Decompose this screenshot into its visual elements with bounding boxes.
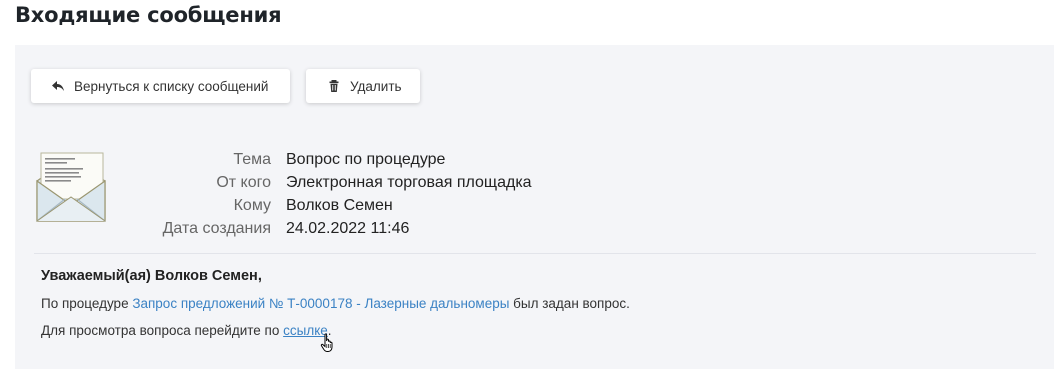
meta-label-from-row: От кого	[15, 174, 271, 194]
meta-value-date: 24.02.2022 11:46	[286, 220, 410, 237]
message-panel: Вернуться к списку сообщений Удалить Тем…	[15, 45, 1054, 369]
meta-label-to: Кому	[233, 197, 271, 214]
delete-button[interactable]: Удалить	[306, 69, 420, 103]
meta-label-to-row: Кому	[15, 197, 271, 217]
hand-pointer-icon	[320, 333, 336, 353]
reply-arrow-icon	[51, 79, 65, 93]
line2-prefix: Для просмотра вопроса перейдите по	[41, 323, 284, 338]
page-title: Входящие сообщения	[15, 3, 282, 27]
line1-prefix: По процедуре	[41, 296, 133, 311]
meta-label-subject-row: Тема	[15, 151, 271, 171]
line1-suffix: был задан вопрос.	[509, 296, 630, 311]
meta-value-from: Электронная торговая площадка	[286, 174, 532, 191]
meta-label-from: От кого	[216, 174, 271, 191]
procedure-link[interactable]: Запрос предложений № Т-0000178 - Лазерны…	[132, 296, 509, 311]
meta-label-date-row: Дата создания	[15, 220, 271, 240]
back-to-list-label: Вернуться к списку сообщений	[74, 78, 269, 94]
delete-label: Удалить	[350, 78, 402, 94]
back-to-list-button[interactable]: Вернуться к списку сообщений	[31, 69, 290, 103]
trash-icon	[327, 79, 341, 93]
meta-label-date: Дата создания	[162, 220, 271, 237]
meta-value-to: Волков Семен	[286, 197, 393, 214]
message-line-procedure: По процедуре Запрос предложений № Т-0000…	[41, 296, 630, 311]
meta-label-subject: Тема	[233, 151, 271, 168]
message-greeting: Уважаемый(ая) Волков Семен,	[41, 268, 262, 284]
meta-value-subject: Вопрос по процедуре	[286, 151, 446, 168]
message-line-view: Для просмотра вопроса перейдите по ссылк…	[41, 323, 332, 338]
divider	[34, 253, 1036, 254]
